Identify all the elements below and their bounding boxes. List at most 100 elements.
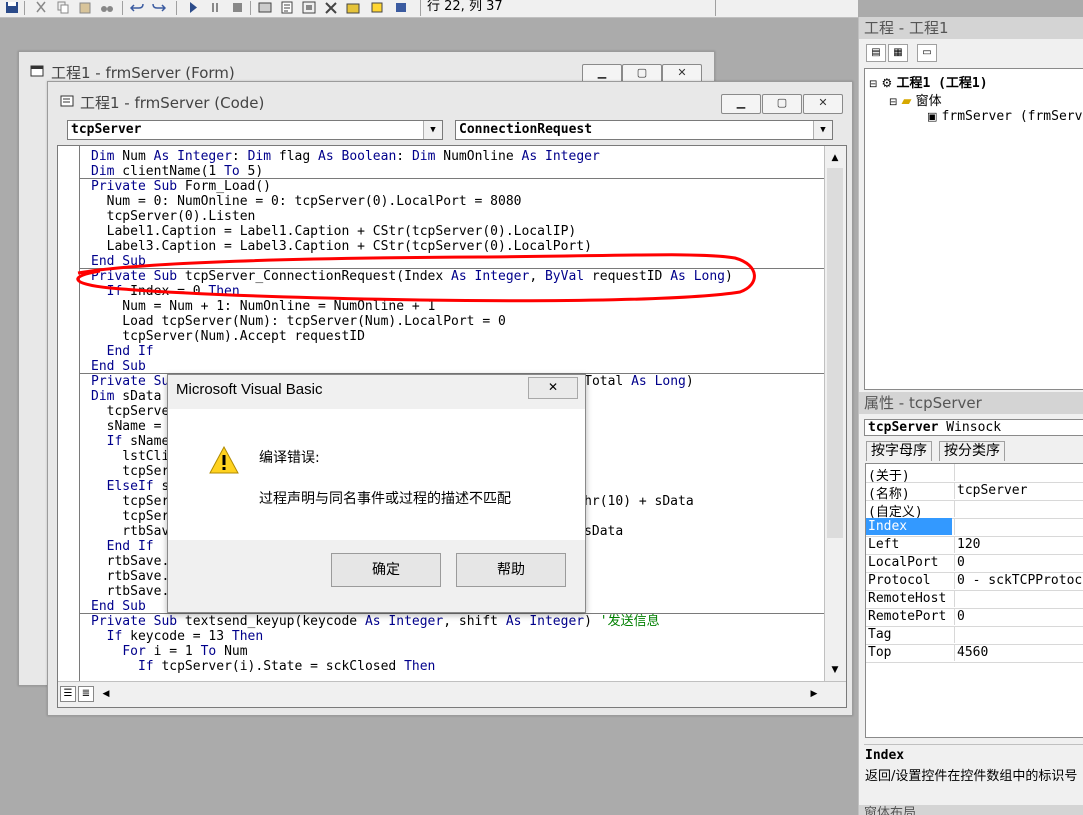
project-tree[interactable]: ⊟ ⚙ 工程1 (工程1) ⊟ ▰ 窗体 ▣ frmServer (frmSer… xyxy=(864,68,1083,390)
toolbox-icon[interactable] xyxy=(346,1,360,14)
tree-root[interactable]: ⊟ ⚙ 工程1 (工程1) xyxy=(869,72,988,91)
collapse-icon[interactable]: ⊟ xyxy=(869,79,877,90)
view-object-icon[interactable]: ▦ xyxy=(888,44,908,62)
property-grid[interactable]: (关于) (名称) tcpServer (自定义) Index Left 120 L… xyxy=(865,463,1083,738)
chevron-down-icon[interactable]: ▼ xyxy=(813,121,832,139)
procedure-view-icon[interactable]: ☰ xyxy=(60,686,76,702)
code-line[interactable]: Label1.Caption = Label1.Caption + CStr(t… xyxy=(91,224,577,239)
code-line[interactable]: End Sub xyxy=(91,254,146,269)
property-row[interactable]: (关于) xyxy=(866,464,1083,484)
paste-icon[interactable] xyxy=(78,1,92,14)
code-line[interactable]: End Sub xyxy=(91,359,146,374)
stop-icon[interactable] xyxy=(230,1,244,14)
property-row[interactable]: RemoteHost xyxy=(866,590,1083,609)
undo-icon[interactable] xyxy=(130,1,144,14)
project-icon: ⚙ xyxy=(881,76,893,90)
code-line[interactable]: End If xyxy=(91,539,154,554)
property-row[interactable]: (自定义) xyxy=(866,500,1083,520)
code-line[interactable]: Num = 0: NumOnline = 0: tcpServer(0).Loc… xyxy=(91,194,522,209)
cursor-position-status: 行 22, 列 37 xyxy=(420,0,716,16)
code-line[interactable]: ElseIf s xyxy=(91,479,170,494)
form-layout-icon[interactable] xyxy=(302,1,316,14)
data-view-icon[interactable] xyxy=(370,1,384,14)
tree-item-frmserver[interactable]: ▣ frmServer (frmServer) xyxy=(927,109,1083,124)
code-line[interactable]: lstCli xyxy=(91,449,169,464)
code-line[interactable]: rtbSave. xyxy=(91,584,170,599)
dialog-heading: 编译错误: xyxy=(259,450,320,466)
tree-root-label: 工程1 (工程1) xyxy=(896,76,988,91)
code-line[interactable]: Load tcpServer(Num): tcpServer(Num).Loca… xyxy=(91,314,506,329)
property-row[interactable]: Protocol0 - sckTCPProtocol xyxy=(866,572,1083,591)
compile-error-dialog[interactable]: Microsoft Visual Basic ✕ 编译错误: 过程声明与同名事件… xyxy=(167,374,586,613)
code-line[interactable]: tcpSer xyxy=(91,464,169,479)
code-line[interactable]: Label3.Caption = Label3.Caption + CStr(t… xyxy=(91,239,592,254)
properties-icon[interactable] xyxy=(280,1,294,14)
collapse-icon[interactable]: ⊟ xyxy=(889,97,897,108)
minimize-button[interactable]: ▁ xyxy=(721,94,761,114)
code-line[interactable]: Private Sub tcpServer_ConnectionRequest(… xyxy=(91,269,733,284)
scroll-right-button[interactable]: ▶ xyxy=(806,686,822,702)
maximize-button[interactable]: ▢ xyxy=(762,94,802,114)
redo-icon[interactable] xyxy=(152,1,166,14)
scroll-up-button[interactable]: ▲ xyxy=(827,150,843,166)
code-line[interactable]: For i = 1 To Num xyxy=(91,644,247,659)
dialog-close-button[interactable]: ✕ xyxy=(528,377,578,399)
tree-folder[interactable]: ⊟ ▰ 窗体 xyxy=(889,90,942,109)
code-line[interactable]: End Sub xyxy=(91,599,146,614)
property-row[interactable]: Left 120 xyxy=(866,536,1083,555)
view-code-icon[interactable]: ▤ xyxy=(866,44,886,62)
object-browser-icon[interactable] xyxy=(324,1,338,14)
code-line[interactable]: tcpSer xyxy=(91,509,169,524)
scroll-left-button[interactable]: ◀ xyxy=(98,686,114,702)
code-line[interactable]: End If xyxy=(91,344,154,359)
code-line[interactable]: sName = xyxy=(91,419,169,434)
object-name: tcpServer xyxy=(868,420,939,435)
properties-panel-title: 属性 - tcpServer xyxy=(859,392,1083,414)
toggle-folders-icon[interactable]: ▭ xyxy=(917,44,937,62)
copy-icon[interactable] xyxy=(56,1,70,14)
tab-alphabetic[interactable]: 按字母序 xyxy=(866,441,932,461)
run-icon[interactable] xyxy=(186,1,200,14)
tab-categorized[interactable]: 按分类序 xyxy=(939,441,1005,461)
object-selector[interactable]: tcpServer Winsock xyxy=(864,419,1083,436)
property-row[interactable]: Tag xyxy=(866,626,1083,645)
code-line[interactable]: Dim Num As Integer: Dim flag As Boolean:… xyxy=(91,149,600,164)
property-row-selected[interactable]: Index xyxy=(866,518,1083,537)
code-line[interactable]: Num = Num + 1: NumOnline = NumOnline + 1 xyxy=(91,299,435,314)
code-margin xyxy=(58,146,80,707)
full-module-view-icon[interactable]: ≣ xyxy=(78,686,94,702)
object-combo[interactable]: tcpServer ▼ xyxy=(67,120,443,140)
code-line[interactable]: Private Sub Form_Load() xyxy=(91,179,271,194)
dialog-title: Microsoft Visual Basic xyxy=(176,381,323,398)
property-row[interactable]: (名称) tcpServer xyxy=(866,482,1083,502)
property-row[interactable]: Top 4560 xyxy=(866,644,1083,663)
scroll-thumb[interactable] xyxy=(827,168,843,538)
find-icon[interactable] xyxy=(100,1,114,14)
chevron-down-icon[interactable]: ▼ xyxy=(423,121,442,139)
procedure-combo[interactable]: ConnectionRequest ▼ xyxy=(455,120,833,140)
property-row[interactable]: LocalPort 0 xyxy=(866,554,1083,573)
save-icon[interactable] xyxy=(5,1,19,14)
code-line[interactable]: rtbSave. xyxy=(91,554,170,569)
close-button[interactable]: ✕ xyxy=(803,94,843,114)
pause-icon[interactable] xyxy=(208,1,222,14)
horizontal-scrollbar[interactable]: ◀ ▶ xyxy=(98,686,822,702)
right-dock: 工程 - 工程1 ▤ ▦ ▭ ⊟ ⚙ 工程1 (工程1) ⊟ ▰ 窗体 ▣ fr… xyxy=(858,17,1083,815)
component-manager-icon[interactable] xyxy=(394,1,408,14)
code-line[interactable]: If tcpServer(i).State = sckClosed Then xyxy=(91,659,435,674)
code-line[interactable]: If Index = 0 Then xyxy=(91,284,240,299)
vertical-scrollbar[interactable]: ▲ ▼ xyxy=(824,146,846,681)
cut-icon[interactable] xyxy=(34,1,48,14)
property-row[interactable]: RemotePort 0 xyxy=(866,608,1083,627)
project-explorer-icon[interactable] xyxy=(258,1,272,14)
code-line[interactable]: If sName xyxy=(91,434,170,449)
code-line[interactable]: Private Sub textsend_keyup(keycode As In… xyxy=(91,614,660,629)
help-button[interactable]: 帮助 xyxy=(456,553,566,587)
scroll-down-button[interactable]: ▼ xyxy=(827,662,843,678)
ok-button[interactable]: 确定 xyxy=(331,553,441,587)
code-line[interactable]: Dim clientName(1 To 5) xyxy=(91,164,263,179)
code-line[interactable]: tcpServer(0).Listen xyxy=(91,209,256,224)
code-line[interactable]: If keycode = 13 Then xyxy=(91,629,264,644)
object-type: Winsock xyxy=(946,420,1002,435)
code-line[interactable]: tcpServer(Num).Accept requestID xyxy=(91,329,365,344)
